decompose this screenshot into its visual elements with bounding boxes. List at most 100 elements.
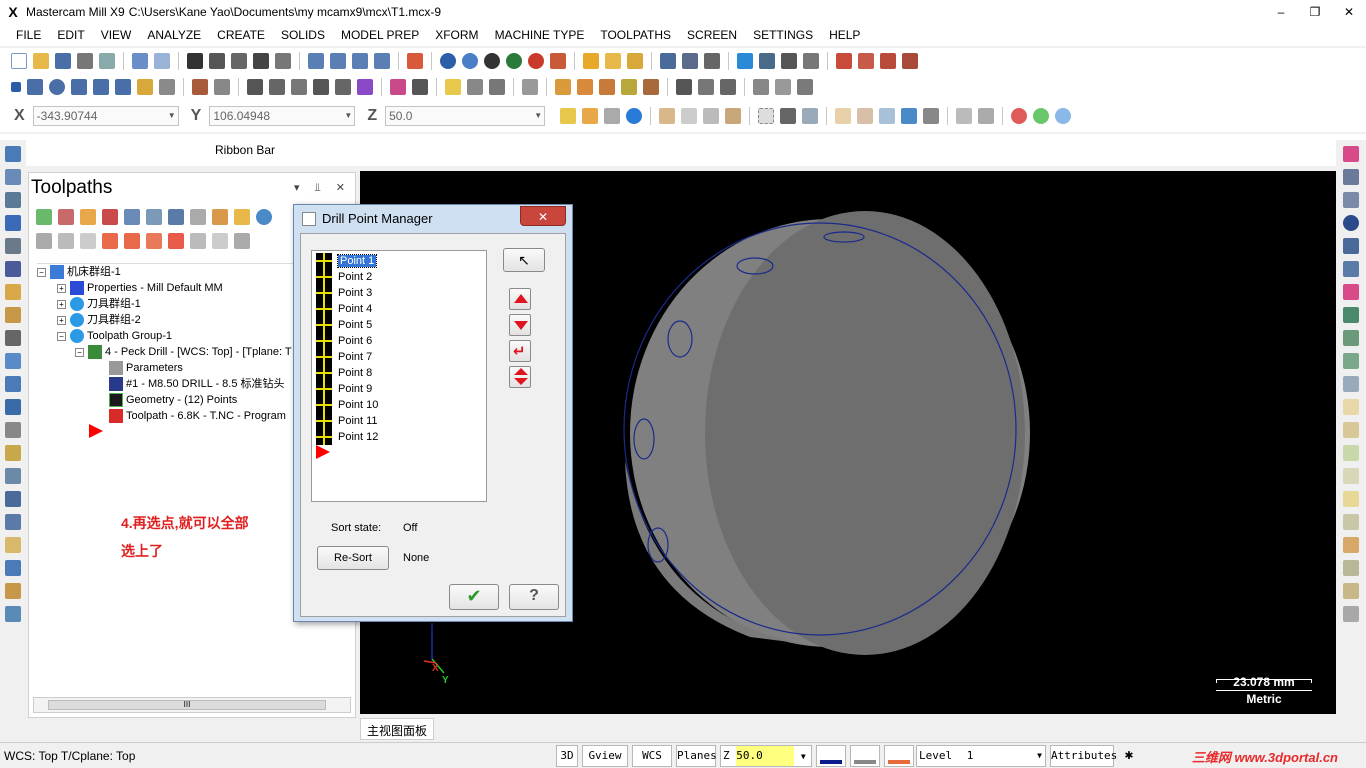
right-tool-16-icon[interactable] (1343, 491, 1359, 507)
line-icon[interactable] (27, 79, 43, 95)
chevron-down-icon[interactable]: ▼ (534, 107, 542, 125)
left-tool-19-icon[interactable] (5, 560, 21, 576)
left-tool-9-icon[interactable] (5, 330, 21, 346)
insert-arrow-marker-icon[interactable] (89, 424, 103, 438)
xform-offset-icon[interactable] (313, 79, 329, 95)
right-tool-14-icon[interactable] (1343, 445, 1359, 461)
tree-item-peck-drill[interactable]: − 4 - Peck Drill - [WCS: Top] - [Tplane:… (75, 344, 292, 360)
autocursor-icon[interactable] (560, 108, 577, 124)
shaded-sphere-icon[interactable] (462, 53, 478, 69)
right-tool-4-icon[interactable] (1343, 215, 1359, 231)
menu-xform[interactable]: XFORM (435, 28, 478, 42)
regen-dirty-icon[interactable] (102, 209, 118, 225)
pointer-icon[interactable] (780, 108, 797, 124)
group-icon[interactable] (412, 79, 428, 95)
cancel-point-icon[interactable] (604, 108, 621, 124)
undo-icon[interactable] (132, 53, 148, 69)
settings-gear-icon[interactable] (737, 53, 753, 69)
tree-item-toolpath-group[interactable]: − Toolpath Group-1 (57, 328, 172, 344)
left-tool-14-icon[interactable] (5, 445, 21, 461)
menu-analyze[interactable]: ANALYZE (147, 28, 201, 42)
select-all-ops-icon[interactable] (36, 209, 52, 225)
right-tool-19-icon[interactable] (1343, 560, 1359, 576)
select-dirty-ops-icon[interactable] (58, 209, 74, 225)
highfeed-icon[interactable] (234, 209, 250, 225)
regen-icon[interactable] (858, 53, 874, 69)
print-icon[interactable] (77, 53, 93, 69)
reverse-order-button[interactable]: ↵ (509, 340, 531, 362)
cplane-icon[interactable] (753, 79, 769, 95)
regen-selected-icon[interactable] (80, 209, 96, 225)
list-item[interactable]: Point 1 (316, 253, 378, 269)
dimension-vertical-icon[interactable] (489, 79, 505, 95)
ok-button[interactable]: ✔ (449, 584, 499, 610)
unzoom-icon[interactable] (253, 53, 269, 69)
right-tool-2-icon[interactable] (1343, 169, 1359, 185)
right-tool-15-icon[interactable] (1343, 468, 1359, 484)
fit-icon[interactable] (187, 53, 203, 69)
right-tool-3-icon[interactable] (1343, 192, 1359, 208)
select-loop-icon[interactable] (901, 108, 918, 124)
select-face-icon[interactable] (835, 108, 852, 124)
right-tool-10-icon[interactable] (1343, 353, 1359, 369)
horizontal-scrollbar[interactable]: III (33, 697, 351, 713)
chevron-down-icon[interactable]: ▼ (801, 752, 806, 761)
right-tool-6-icon[interactable] (1343, 261, 1359, 277)
delete-icon[interactable] (214, 79, 230, 95)
right-tool-5-icon[interactable] (1343, 238, 1359, 254)
circle-icon[interactable] (49, 79, 65, 95)
dialog-close-button[interactable]: ✕ (520, 206, 566, 226)
translucent-icon[interactable] (550, 53, 566, 69)
left-tool-21-icon[interactable] (5, 606, 21, 622)
zoom-selected-icon[interactable] (275, 53, 291, 69)
analyze-angle-icon[interactable] (627, 53, 643, 69)
calculator-icon[interactable] (704, 53, 720, 69)
left-tool-15-icon[interactable] (5, 468, 21, 484)
tree-item-machine-group[interactable]: − 机床群组-1 (37, 264, 121, 280)
select-all-icon[interactable] (659, 108, 676, 124)
gview-front-icon[interactable] (330, 53, 346, 69)
config-icon[interactable] (759, 53, 775, 69)
dimension-icon[interactable] (467, 79, 483, 95)
menu-machine-type[interactable]: MACHINE TYPE (495, 28, 585, 42)
menu-edit[interactable]: EDIT (57, 28, 84, 42)
shade-outline-icon[interactable] (506, 53, 522, 69)
stop-icon[interactable] (1011, 108, 1028, 124)
cylinder-icon[interactable] (137, 79, 153, 95)
left-tool-4-icon[interactable] (5, 215, 21, 231)
right-tool-18-icon[interactable] (1343, 537, 1359, 553)
arc-icon[interactable] (93, 79, 109, 95)
toolpath-drill-icon[interactable] (599, 79, 615, 95)
fast-point-icon[interactable] (582, 108, 599, 124)
ok-circle-icon[interactable] (1033, 108, 1050, 124)
left-tool-20-icon[interactable] (5, 583, 21, 599)
tree-item-tool[interactable]: #1 - M8.50 DRILL - 8.5 标准钻头 (109, 376, 285, 392)
right-tool-12-icon[interactable] (1343, 399, 1359, 415)
only-display-icon[interactable] (190, 233, 206, 249)
right-tool-17-icon[interactable] (1343, 514, 1359, 530)
hidden-line-icon[interactable] (528, 53, 544, 69)
xform-mirror-icon[interactable] (291, 79, 307, 95)
move-up-icon[interactable] (124, 233, 140, 249)
left-tool-18-icon[interactable] (5, 537, 21, 553)
list-item[interactable]: Point 5 (316, 317, 372, 333)
backplot-ops-icon[interactable] (124, 209, 140, 225)
expand-icon[interactable] (212, 233, 228, 249)
color-button[interactable] (816, 745, 846, 767)
verify-ops-icon[interactable] (146, 209, 162, 225)
chevron-down-icon[interactable]: ▼ (344, 107, 352, 125)
left-tool-7-icon[interactable] (5, 284, 21, 300)
post-icon[interactable] (836, 53, 852, 69)
list-item[interactable]: Point 12 (316, 429, 378, 445)
list-item[interactable]: Point 8 (316, 365, 372, 381)
menu-solids[interactable]: SOLIDS (281, 28, 325, 42)
select-only-icon[interactable] (681, 108, 698, 124)
toggle-display-icon[interactable] (58, 233, 74, 249)
right-tool-13-icon[interactable] (1343, 422, 1359, 438)
3d-button[interactable]: 3D (556, 745, 578, 767)
y-coordinate-field[interactable]: 106.04948 ▼ (209, 106, 356, 126)
chevron-down-icon[interactable]: ▼ (168, 107, 176, 125)
attributes-button[interactable]: Attributes (1050, 745, 1117, 767)
zoom-target-icon[interactable] (231, 53, 247, 69)
xform-translate-icon[interactable] (357, 79, 373, 95)
